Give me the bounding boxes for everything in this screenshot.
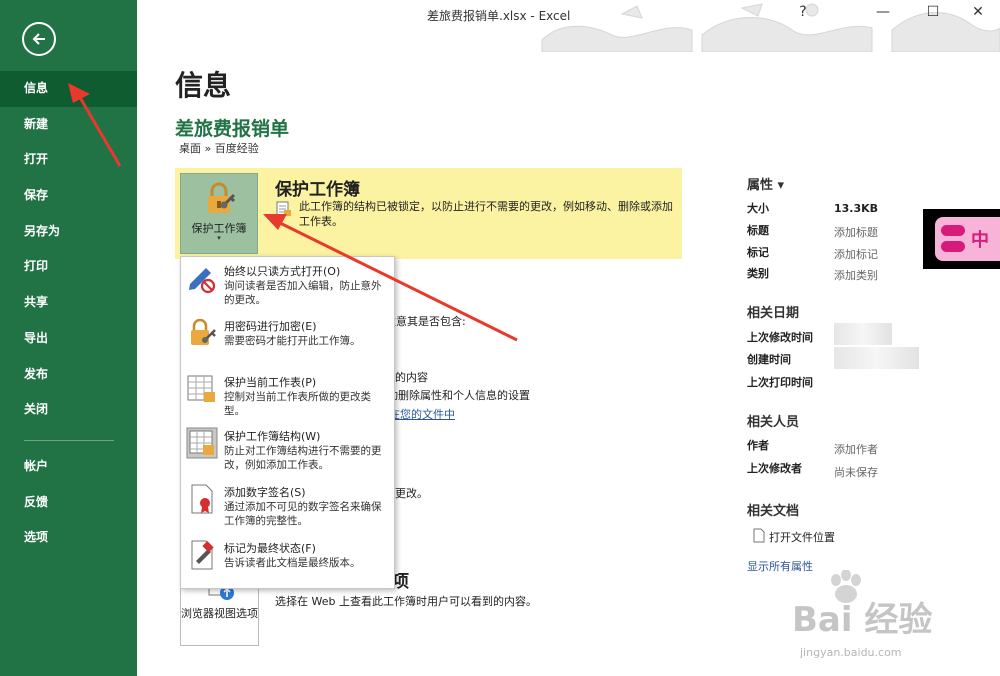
- chevron-down-icon: ▾: [217, 234, 221, 242]
- last-modified-value-blurred: [834, 323, 892, 345]
- browser-view-options-label: 浏览器视图选项: [181, 607, 258, 620]
- backstage-nav: 信息 新建 打开 保存 另存为 打印 共享 导出 发布 关闭: [0, 71, 137, 428]
- last-modified-by-label: 上次修改者: [747, 462, 802, 475]
- menu-item-description: 告诉读者此文档是最终版本。: [224, 557, 361, 569]
- nav-publish[interactable]: 发布: [0, 357, 137, 393]
- menu-always-open-read-only[interactable]: 始终以只读方式打开(O) 询问读者是否加入编辑，防止意外的更改。: [181, 260, 394, 312]
- versions-text-fragment: 更改。: [395, 487, 428, 500]
- watermark-url: jingyan.baidu.com: [800, 646, 902, 659]
- backstage-sidebar: 信息 新建 打开 保存 另存为 打印 共享 导出 发布 关闭 帐户 反馈 选项: [0, 0, 137, 676]
- nav-share[interactable]: 共享: [0, 285, 137, 321]
- overlay-badge: 中: [923, 209, 1000, 269]
- file-icon: [753, 528, 765, 543]
- open-file-location[interactable]: 打开文件位置: [769, 529, 835, 545]
- back-arrow-icon: [32, 33, 45, 45]
- prop-size-label: 大小: [747, 202, 769, 215]
- breadcrumb: 桌面 » 百度经验: [179, 142, 259, 155]
- created-label: 创建时间: [747, 353, 791, 366]
- menu-item-title: 用密码进行加密(E): [224, 320, 317, 333]
- window-title: 差旅费报销单.xlsx - Excel: [427, 9, 571, 23]
- pen-no-edit-icon: [189, 268, 216, 294]
- inspect-text-fragment: 注意其是否包含:: [385, 315, 466, 328]
- properties-header[interactable]: 属性 ▾: [747, 174, 784, 193]
- badge-pill-bottom: [941, 241, 965, 252]
- badge-pill-top: [941, 225, 965, 236]
- lock-key-icon: [191, 318, 216, 345]
- menu-item-description: 防止对工作簿结构进行不需要的更改，例如添加工作表。: [224, 445, 382, 471]
- nav-close[interactable]: 关闭: [0, 392, 137, 428]
- stamp-icon: [191, 540, 214, 570]
- help-button[interactable]: ?: [787, 4, 819, 26]
- menu-item-title: 保护当前工作表(P): [224, 376, 317, 389]
- locked-sheet-icon: [276, 201, 291, 216]
- nav-info[interactable]: 信息: [0, 71, 137, 107]
- related-documents-header: 相关文档: [747, 504, 800, 519]
- nav-divider: [24, 440, 114, 441]
- minimize-button[interactable]: —: [867, 4, 899, 26]
- back-button[interactable]: [22, 22, 56, 56]
- watermark-text: Bai 经验: [792, 600, 933, 640]
- prop-tags-value[interactable]: 添加标记: [834, 246, 878, 262]
- menu-item-title: 添加数字签名(S): [224, 486, 306, 499]
- protect-description: 此工作簿的结构已被锁定，以防止进行不需要的更改，例如移动、删除或添加工作表。: [299, 200, 673, 228]
- prop-category-label: 类别: [747, 267, 769, 280]
- maximize-button[interactable]: ☐: [917, 4, 949, 26]
- baidu-watermark: Bai 经验 jingyan.baidu.com: [760, 570, 1000, 676]
- menu-item-description: 控制对当前工作表所做的更改类型。: [224, 391, 371, 417]
- lock-key-icon: [208, 182, 236, 213]
- nav-save-as[interactable]: 另存为: [0, 214, 137, 250]
- author-value[interactable]: 添加作者: [834, 441, 878, 457]
- menu-item-title: 保护工作簿结构(W): [224, 430, 321, 443]
- last-modified-by-value: 尚未保存: [834, 466, 878, 479]
- menu-item-title: 标记为最终状态(F): [224, 542, 316, 555]
- prop-category-value[interactable]: 添加类别: [834, 267, 878, 283]
- nav-print[interactable]: 打印: [0, 249, 137, 285]
- badge-shape: 中: [935, 217, 1000, 261]
- signature-ribbon-icon: [191, 484, 213, 514]
- prop-tags-label: 标记: [747, 246, 769, 259]
- backstage-nav-lower: 帐户 反馈 选项: [0, 449, 137, 556]
- nav-account[interactable]: 帐户: [0, 449, 137, 485]
- nav-open[interactable]: 打开: [0, 142, 137, 178]
- last-modified-label: 上次修改时间: [747, 331, 813, 344]
- inspect-text-fragment-2: 的内容: [395, 371, 428, 384]
- protect-workbook-panel: 保护工作簿 ▾ 保护工作簿 此工作簿的结构已被锁定，以防止进行不需要的更改，例如…: [175, 168, 682, 259]
- menu-encrypt-with-password[interactable]: 用密码进行加密(E) 需要密码才能打开此工作簿。: [181, 315, 394, 367]
- menu-add-digital-signature[interactable]: 添加数字签名(S) 通过添加不可见的数字签名来确保工作簿的完整性。: [181, 481, 394, 533]
- protect-workbook-button[interactable]: 保护工作簿 ▾: [180, 173, 258, 254]
- workbook-structure-lock-icon: [186, 427, 218, 459]
- nav-save[interactable]: 保存: [0, 178, 137, 214]
- author-label: 作者: [747, 439, 769, 452]
- nav-options[interactable]: 选项: [0, 520, 137, 556]
- close-window-button[interactable]: ✕: [962, 4, 994, 26]
- related-dates-header: 相关日期: [747, 306, 800, 321]
- created-value-blurred: [834, 347, 919, 369]
- protect-workbook-menu: 始终以只读方式打开(O) 询问读者是否加入编辑，防止意外的更改。 用密码进行加密…: [180, 256, 395, 589]
- last-printed-label: 上次打印时间: [747, 376, 813, 389]
- page-title: 信息: [175, 69, 232, 102]
- inspect-text-fragment-3: 动删除属性和个人信息的设置: [387, 389, 530, 402]
- prop-size-value: 13.3KB: [834, 202, 879, 215]
- menu-item-description: 询问读者是否加入编辑，防止意外的更改。: [224, 280, 382, 306]
- menu-item-description: 通过添加不可见的数字签名来确保工作簿的完整性。: [224, 501, 382, 527]
- menu-protect-current-sheet[interactable]: 保护当前工作表(P) 控制对当前工作表所做的更改类型。: [181, 371, 394, 423]
- prop-title-value[interactable]: 添加标题: [834, 224, 878, 240]
- nav-export[interactable]: 导出: [0, 321, 137, 357]
- workbook-name: 差旅费报销单: [175, 118, 290, 140]
- badge-text: 中: [971, 230, 989, 251]
- protect-title: 保护工作簿: [275, 180, 360, 200]
- sheet-lock-icon: [187, 375, 215, 402]
- related-people-header: 相关人员: [747, 415, 800, 430]
- menu-item-title: 始终以只读方式打开(O): [224, 265, 341, 278]
- inspect-link[interactable]: 在您的文件中: [389, 406, 455, 422]
- menu-mark-as-final[interactable]: 标记为最终状态(F) 告诉读者此文档是最终版本。: [181, 537, 394, 587]
- menu-item-description: 需要密码才能打开此工作簿。: [224, 335, 361, 347]
- title-bar: 差旅费报销单.xlsx - Excel ? — ☐ ✕: [137, 0, 1000, 52]
- nav-new[interactable]: 新建: [0, 107, 137, 143]
- browser-view-description: 选择在 Web 上查看此工作簿时用户可以看到的内容。: [275, 595, 537, 608]
- prop-title-label: 标题: [747, 224, 769, 237]
- menu-protect-workbook-structure[interactable]: 保护工作簿结构(W) 防止对工作簿结构进行不需要的更改，例如添加工作表。: [181, 425, 394, 477]
- nav-feedback[interactable]: 反馈: [0, 485, 137, 521]
